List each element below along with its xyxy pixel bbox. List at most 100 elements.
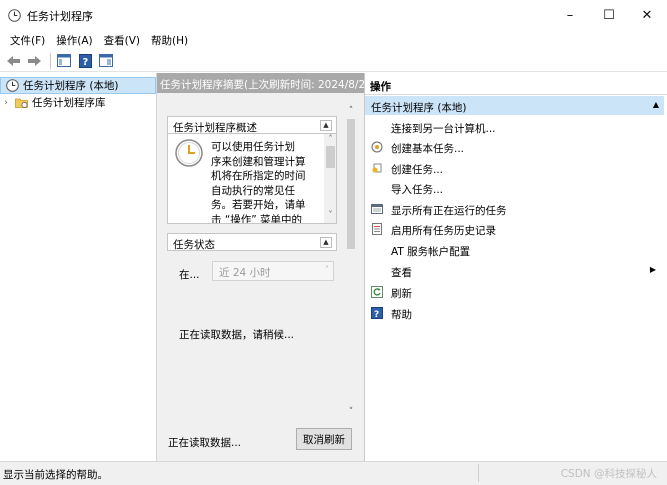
history-icon: [372, 223, 382, 235]
description-line: 击 “操作” 菜单中的: [211, 213, 303, 224]
overview-section-title: 任务计划程序概述: [173, 122, 257, 134]
tree-item-label: 任务计划程序库: [32, 97, 106, 109]
collapse-arrow-icon[interactable]: ▲: [320, 237, 332, 248]
create-basic-task-icon: [371, 141, 383, 153]
folder-icon: [15, 98, 28, 108]
show-hide-console-tree-button[interactable]: [55, 52, 73, 70]
tree-item-task-scheduler-library[interactable]: › 任务计划程序库: [0, 94, 156, 111]
actions-group-header[interactable]: 任务计划程序 (本地) ▲: [365, 96, 664, 115]
forward-arrow-icon: [27, 55, 41, 66]
status-text: 显示当前选择的帮助。: [3, 469, 108, 481]
action-label: 查看: [391, 267, 412, 279]
cancel-refresh-button[interactable]: 取消刷新: [296, 428, 352, 450]
overview-scrollbar[interactable]: ˄ ˅: [324, 134, 336, 223]
description-line: 自动执行的常见任: [211, 184, 295, 197]
task-scheduler-app-icon: [8, 9, 21, 22]
running-tasks-icon: [371, 204, 383, 214]
task-status-section-title: 任务状态: [173, 239, 215, 251]
scroll-up-icon[interactable]: ˄: [324, 134, 336, 143]
back-button[interactable]: [4, 52, 22, 70]
reading-data-text: 正在读取数据...: [168, 437, 242, 449]
scroll-down-icon[interactable]: ˅: [345, 407, 357, 417]
create-task-icon: [372, 163, 382, 173]
action-label: 刷新: [391, 288, 412, 300]
action-show-running-tasks[interactable]: 显示所有正在运行的任务: [365, 199, 664, 219]
status-range-label: 在...: [179, 269, 200, 281]
collapse-arrow-icon[interactable]: ▲: [320, 120, 332, 131]
menu-file[interactable]: 文件(F): [6, 30, 49, 50]
task-status-section-body: 在... 近 24 小时 ˅ 正在读取数据，请稍候...: [167, 251, 337, 411]
status-range-value: 近 24 小时: [219, 267, 271, 279]
back-arrow-icon: [6, 55, 20, 66]
action-label: 创建任务...: [391, 164, 444, 176]
show-hide-console-tree-icon: [57, 54, 71, 67]
action-create-basic-task[interactable]: 创建基本任务...: [365, 137, 664, 157]
action-import-task[interactable]: 导入任务...: [365, 178, 664, 198]
description-line: 务。若要开始，请单: [211, 199, 306, 211]
svg-text:?: ?: [82, 57, 88, 68]
summary-header: 任务计划程序摘要(上次刷新时间: 2024/8/2: [157, 73, 364, 93]
forward-button[interactable]: [25, 52, 43, 70]
refresh-icon: [371, 286, 383, 298]
action-label: 帮助: [391, 309, 412, 321]
action-label: AT 服务帐户配置: [391, 246, 471, 258]
overview-section-body: 可以使用任务计划 序来创建和管理计算 机将在所指定的时间 自动执行的常见任 务。…: [167, 134, 337, 224]
clock-icon: [6, 79, 19, 92]
actions-header: 操作: [365, 79, 667, 95]
clock-icon: [175, 139, 203, 167]
action-at-service-account-config[interactable]: AT 服务帐户配置: [365, 240, 664, 260]
overview-description: 可以使用任务计划 序来创建和管理计算 机将在所指定的时间 自动执行的常见任 务。…: [211, 140, 311, 224]
status-range-dropdown[interactable]: 近 24 小时 ˅: [212, 261, 334, 281]
show-hide-action-pane-icon: [99, 54, 113, 67]
menu-help[interactable]: 帮助(H): [147, 30, 192, 50]
toolbar-separator: [50, 52, 51, 69]
action-connect-another-computer[interactable]: 连接到另一台计算机...: [365, 117, 664, 137]
action-refresh[interactable]: 刷新: [365, 282, 664, 302]
toolbar: ?: [0, 50, 667, 72]
svg-text:?: ?: [374, 310, 379, 319]
menu-bar: 文件(F) 操作(A) 查看(V) 帮助(H): [0, 30, 667, 50]
collapse-arrow-icon[interactable]: ▲: [653, 100, 659, 109]
menu-view[interactable]: 查看(V): [100, 30, 144, 50]
minimize-button[interactable]: –: [550, 0, 590, 30]
status-divider: [478, 464, 479, 482]
action-label: 显示所有正在运行的任务: [391, 205, 507, 217]
action-enable-task-history[interactable]: 启用所有任务历史记录: [365, 219, 664, 239]
help-icon: ?: [78, 53, 92, 68]
watermark: CSDN @科技探秘人: [560, 468, 657, 480]
status-loading-text: 正在读取数据，请稍候...: [179, 329, 295, 341]
title-bar: 任务计划程序 – ☐ ✕: [0, 0, 667, 30]
action-create-task[interactable]: 创建任务...: [365, 158, 664, 178]
actions-pane: 操作 任务计划程序 (本地) ▲ 连接到另一台计算机... 创建基本任务... …: [365, 73, 667, 461]
actions-group-title: 任务计划程序 (本地): [371, 102, 467, 114]
action-help[interactable]: ? 帮助: [365, 303, 664, 323]
action-label: 启用所有任务历史记录: [391, 225, 496, 237]
tree-item-task-scheduler-local[interactable]: 任务计划程序 (本地): [0, 77, 156, 94]
description-line: 机将在所指定的时间: [211, 170, 306, 182]
description-line: 可以使用任务计划: [211, 141, 295, 153]
scroll-up-icon[interactable]: ˄: [345, 106, 357, 116]
description-line: 序来创建和管理计算: [211, 155, 306, 168]
tree-item-label: 任务计划程序 (本地): [23, 80, 119, 92]
close-button[interactable]: ✕: [627, 0, 667, 30]
action-label: 创建基本任务...: [391, 143, 465, 155]
maximize-button[interactable]: ☐: [589, 0, 629, 30]
summary-pane: 任务计划程序摘要(上次刷新时间: 2024/8/2 ˄ ˅ 任务计划程序概述 ▲…: [157, 73, 365, 461]
menu-action[interactable]: 操作(A): [52, 30, 96, 50]
expand-chevron-icon[interactable]: ›: [0, 98, 12, 108]
scroll-down-icon[interactable]: ˅: [324, 210, 336, 219]
overview-section-header[interactable]: 任务计划程序概述 ▲: [167, 116, 337, 134]
scrollbar-thumb[interactable]: [347, 119, 355, 249]
task-status-section-header[interactable]: 任务状态 ▲: [167, 233, 337, 251]
action-label: 导入任务...: [391, 184, 444, 196]
chevron-down-icon: ˅: [325, 265, 329, 274]
submenu-arrow-icon: ▶: [649, 265, 656, 274]
window-title: 任务计划程序: [27, 10, 93, 23]
show-hide-action-pane-button[interactable]: [97, 52, 115, 70]
summary-scrollbar[interactable]: ˄ ˅: [345, 105, 357, 422]
help-icon: ?: [371, 307, 383, 319]
help-button[interactable]: ?: [76, 52, 94, 70]
scrollbar-thumb[interactable]: [326, 146, 335, 168]
action-label: 连接到另一台计算机...: [391, 123, 496, 135]
action-view[interactable]: 查看 ▶: [365, 261, 664, 281]
